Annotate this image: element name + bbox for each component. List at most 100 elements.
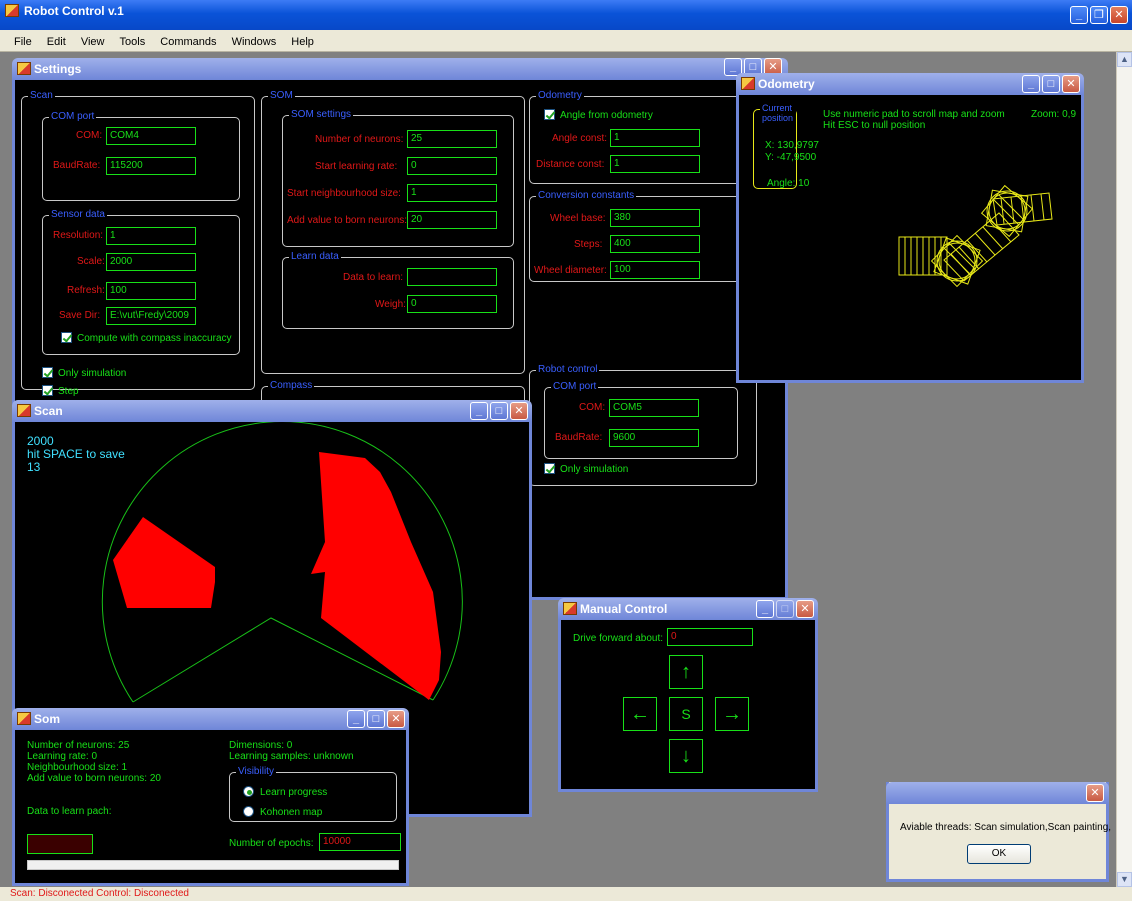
close-button[interactable]: ✕ [1110,6,1128,24]
stop-button[interactable]: S [669,697,703,731]
conversion-group-title: Conversion constants [536,190,637,201]
dialog-close-button[interactable]: ✕ [1086,784,1104,802]
compass-checkbox[interactable]: Compute with compass inaccuracy [61,332,232,344]
resolution-input[interactable]: 1 [106,227,196,245]
robot-only-simulation-checkbox[interactable]: Only simulation [544,463,628,475]
som-minimize-button[interactable]: _ [347,710,365,728]
weigh-label: Weigh: [375,299,406,310]
app-titlebar: Robot Control v.1 _ ❐ ✕ [0,0,1132,30]
sensor-data-group-title: Sensor data [49,209,107,220]
scan-baud-input[interactable]: 115200 [106,157,196,175]
menu-tools[interactable]: Tools [114,30,152,48]
odometry-titlebar[interactable]: Odometry _ □ ✕ [736,73,1084,95]
som-close-button[interactable]: ✕ [387,710,405,728]
steps-input[interactable]: 400 [610,235,700,253]
dialog-ok-button[interactable]: OK [967,844,1031,864]
visibility-group-title: Visibility [236,766,276,777]
som-addval-text: Add value to born neurons: 20 [27,773,161,784]
drive-forward-input[interactable]: 0 [667,628,753,646]
distance-const-input[interactable]: 1 [610,155,700,173]
learn-progress-radio[interactable]: Learn progress [243,786,327,798]
position-y: Y: -47,9500 [765,152,817,163]
odometry-maximize-button[interactable]: □ [1042,75,1060,93]
robot-control-group: Robot control COM port COM: COM5 BaudRat… [529,364,757,486]
manual-close-button[interactable]: ✕ [796,600,814,618]
odometry-close-button[interactable]: ✕ [1062,75,1080,93]
kohonen-map-radio[interactable]: Kohonen map [243,806,322,818]
right-button[interactable]: → [715,697,749,731]
data-to-learn-input[interactable] [407,268,497,286]
weigh-input[interactable]: 0 [407,295,497,313]
backward-button[interactable]: ↓ [669,739,703,773]
step-checkbox[interactable]: Step [42,385,79,397]
robot-baud-input[interactable]: 9600 [609,429,699,447]
compass-group-title: Compass [268,380,315,391]
refresh-label: Refresh: [67,285,105,296]
manual-maximize-button[interactable]: □ [776,600,794,618]
addval-input[interactable]: 20 [407,211,497,229]
scan-close-button[interactable]: ✕ [510,402,528,420]
robot-baud-label: BaudRate: [555,432,603,443]
refresh-input[interactable]: 100 [106,282,196,300]
scroll-down-icon[interactable]: ▼ [1117,872,1132,887]
odometry-group: Odometry Angle from odometry Angle const… [529,90,749,184]
odometry-hint-2: Hit ESC to null position [823,120,926,131]
scan-sector-left [113,517,215,608]
neighbourhood-input[interactable]: 1 [407,184,497,202]
checkbox-checked-icon [544,463,555,474]
wheelbase-input[interactable]: 380 [610,209,700,227]
wheel-diameter-label: Wheel diameter: [534,265,607,276]
som-maximize-button[interactable]: □ [367,710,385,728]
learn-start-button[interactable] [27,834,93,854]
left-button[interactable]: ← [623,697,657,731]
manual-minimize-button[interactable]: _ [756,600,774,618]
app-title: Robot Control v.1 [24,4,124,18]
learn-progress-label: Learn progress [260,787,328,798]
scan-minimize-button[interactable]: _ [470,402,488,420]
menu-view[interactable]: View [75,30,111,48]
wheel-diameter-input[interactable]: 100 [610,261,700,279]
restore-button[interactable]: ❐ [1090,6,1108,24]
angle-from-odometry-checkbox[interactable]: Angle from odometry [544,109,653,121]
menu-windows[interactable]: Windows [226,30,283,48]
menu-edit[interactable]: Edit [41,30,72,48]
dialog-titlebar[interactable]: ✕ [886,782,1109,804]
window-icon [563,602,577,615]
steps-label: Steps: [574,239,603,250]
som-window: Som _ □ ✕ Number of neurons: 25 Learning… [12,708,409,886]
zoom-level: Zoom: 0,9 [1031,109,1077,120]
settings-titlebar[interactable]: Settings [12,58,788,80]
savedir-input[interactable]: E:\vut\Fredy\2009 [106,307,196,325]
neurons-label: Number of neurons: [315,134,404,145]
odometry-group-title: Odometry [536,90,584,101]
mdi-vertical-scrollbar[interactable]: ▲ ▼ [1116,52,1132,887]
menu-commands[interactable]: Commands [154,30,222,48]
odometry-hint-1: Use numeric pad to scroll map and zoom [823,109,1005,120]
som-titlebar[interactable]: Som _ □ ✕ [12,708,409,730]
step-label: Step [58,386,79,397]
wheelbase-label: Wheel base: [550,213,606,224]
scan-titlebar[interactable]: Scan _ □ ✕ [12,400,532,422]
scan-only-simulation-checkbox[interactable]: Only simulation [42,367,126,379]
menu-help[interactable]: Help [285,30,320,48]
robot-com-input[interactable]: COM5 [609,399,699,417]
minimize-button[interactable]: _ [1070,6,1088,24]
learn-data-group-title: Learn data [289,251,341,262]
app-icon [5,4,19,17]
learn-progress-bar [27,860,399,870]
manual-control-titlebar[interactable]: Manual Control _ □ ✕ [558,598,818,620]
angle-const-input[interactable]: 1 [610,129,700,147]
scan-maximize-button[interactable]: □ [490,402,508,420]
som-title: Som [34,712,61,726]
neurons-input[interactable]: 25 [407,130,497,148]
epochs-input[interactable]: 10000 [319,833,401,851]
menu-file[interactable]: File [0,30,38,48]
odometry-title: Odometry [758,77,815,91]
scan-com-input[interactable]: COM4 [106,127,196,145]
odometry-minimize-button[interactable]: _ [1022,75,1040,93]
resolution-label: Resolution: [53,230,104,241]
learning-rate-input[interactable]: 0 [407,157,497,175]
window-icon [741,77,755,90]
scale-input[interactable]: 2000 [106,253,196,271]
forward-button[interactable]: ↑ [669,655,703,689]
